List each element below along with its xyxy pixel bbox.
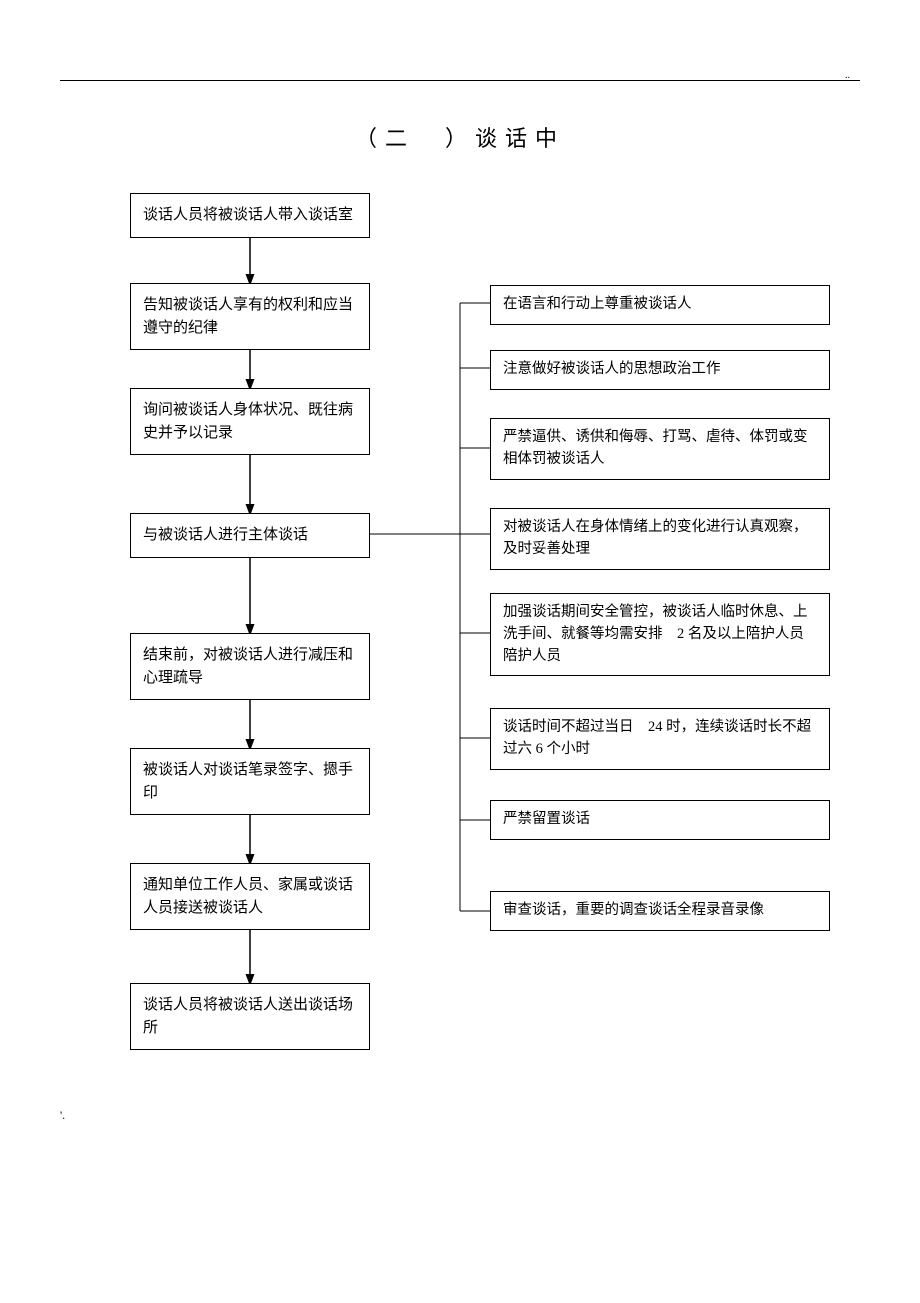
flowchart: 谈话人员将被谈话人带入谈话室 告知被谈话人享有的权利和应当遵守的纪律 询问被谈话… [60,193,860,1093]
note-3-text: 严禁逼供、诱供和侮辱、打骂、虐待、体罚或变相体罚被谈话人 [503,429,808,467]
flow-step-2-text: 告知被谈话人享有的权利和应当遵守的纪律 [143,297,353,336]
page-number: '. [60,1108,65,1123]
flow-step-3-text: 询问被谈话人身体状况、既往病史并予以记录 [143,402,353,441]
note-4: 对被谈话人在身体情绪上的变化进行认真观察，及时妥善处理 [490,508,830,570]
flow-step-6-text: 被谈话人对谈话笔录签字、摁手印 [143,762,353,801]
note-6-text: 谈话时间不超过当日 24 时，连续谈话时长不超过六 6 个小时 [503,719,811,757]
page-title: （二 ）谈话中 [60,121,860,153]
corner-marks: .. [845,70,850,81]
flow-step-1-text: 谈话人员将被谈话人带入谈话室 [143,207,353,223]
flow-step-5: 结束前，对被谈话人进行减压和心理疏导 [130,633,370,700]
flow-step-5-text: 结束前，对被谈话人进行减压和心理疏导 [143,647,353,686]
note-2-text: 注意做好被谈话人的思想政治工作 [503,361,721,377]
flow-step-7: 通知单位工作人员、家属或谈话人员接送被谈话人 [130,863,370,930]
note-5: 加强谈话期间安全管控，被谈话人临时休息、上洗手间、就餐等均需安排 2 名及以上陪… [490,593,830,676]
flow-step-1: 谈话人员将被谈话人带入谈话室 [130,193,370,238]
note-7: 严禁留置谈话 [490,800,830,840]
note-3: 严禁逼供、诱供和侮辱、打骂、虐待、体罚或变相体罚被谈话人 [490,418,830,480]
document-page: .. （二 ）谈话中 [0,0,920,1153]
flow-step-4: 与被谈话人进行主体谈话 [130,513,370,558]
note-5-text: 加强谈话期间安全管控，被谈话人临时休息、上洗手间、就餐等均需安排 2 名及以上陪… [503,604,808,664]
flow-step-7-text: 通知单位工作人员、家属或谈话人员接送被谈话人 [143,877,353,916]
header-rule [60,80,860,81]
note-8-text: 审查谈话，重要的调查谈话全程录音录像 [503,902,764,918]
note-1: 在语言和行动上尊重被谈话人 [490,285,830,325]
note-7-text: 严禁留置谈话 [503,811,590,827]
note-8: 审查谈话，重要的调查谈话全程录音录像 [490,891,830,931]
flow-step-8-text: 谈话人员将被谈话人送出谈话场所 [143,997,353,1036]
note-2: 注意做好被谈话人的思想政治工作 [490,350,830,390]
note-4-text: 对被谈话人在身体情绪上的变化进行认真观察，及时妥善处理 [503,519,808,557]
flow-step-3: 询问被谈话人身体状况、既往病史并予以记录 [130,388,370,455]
flow-step-2: 告知被谈话人享有的权利和应当遵守的纪律 [130,283,370,350]
note-1-text: 在语言和行动上尊重被谈话人 [503,296,692,312]
flow-step-8: 谈话人员将被谈话人送出谈话场所 [130,983,370,1050]
flow-step-4-text: 与被谈话人进行主体谈话 [143,527,308,543]
note-6: 谈话时间不超过当日 24 时，连续谈话时长不超过六 6 个小时 [490,708,830,770]
flow-step-6: 被谈话人对谈话笔录签字、摁手印 [130,748,370,815]
